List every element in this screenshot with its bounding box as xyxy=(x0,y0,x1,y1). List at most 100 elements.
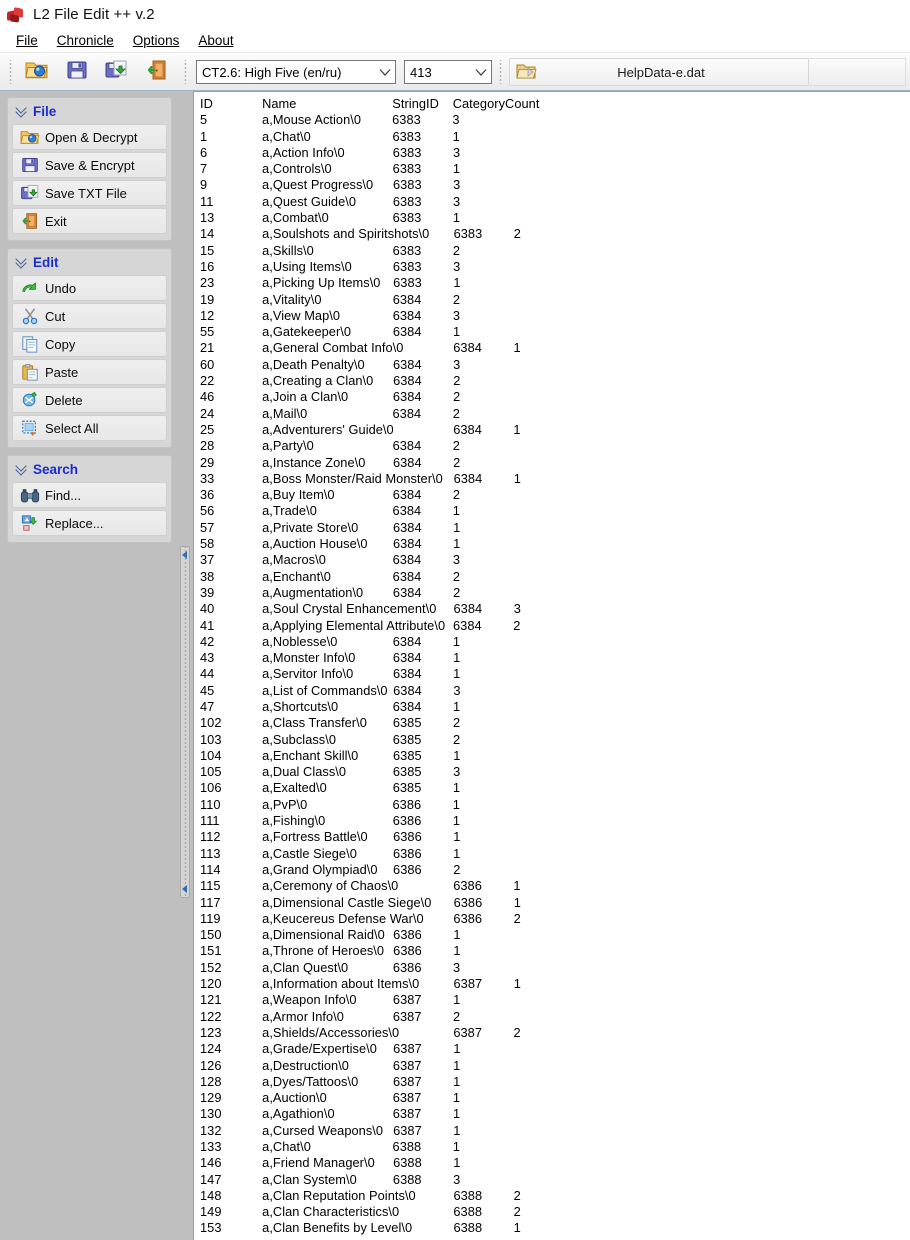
editor-lines[interactable]: ID Name StringID CategoryCount 5 a,Mouse Acti… xyxy=(194,92,910,1237)
sidebar-item-replace[interactable]: Replace... xyxy=(12,510,167,536)
table-cell: 3 xyxy=(453,959,461,975)
sidebar-item-find[interactable]: Find... xyxy=(12,482,167,508)
table-row: 152 a,Clan Quest\0 6386 3 xyxy=(200,960,910,976)
table-cell: 6383 xyxy=(392,144,422,160)
table-cell: a,Grand Olympiad\0 xyxy=(262,861,378,877)
table-cell: 123 xyxy=(200,1024,222,1040)
table-cell: 24 xyxy=(200,405,215,421)
table-cell: 112 xyxy=(200,829,221,845)
table-row: 33 a,Boss Monster/Raid Monster\0 6384 1 xyxy=(200,471,910,487)
sidebar-item-cut[interactable]: Cut xyxy=(12,303,167,329)
table-cell: a,Subclass\0 xyxy=(262,731,337,747)
table-cell: 16 xyxy=(200,258,215,274)
sidebar-item-save-encrypt[interactable]: Save & Encrypt xyxy=(12,152,167,178)
table-cell: 133 xyxy=(200,1139,222,1154)
table-row: 56 a,Trade\0 6384 1 xyxy=(200,503,910,519)
main-body: File Open & Decrypt Save & Encrypt Save … xyxy=(0,91,910,1240)
table-cell: 126 xyxy=(200,1057,222,1073)
table-cell: 6385 xyxy=(392,715,422,731)
table-row: 104 a,Enchant Skill\0 6385 1 xyxy=(200,748,910,764)
table-cell: 3 xyxy=(453,764,461,780)
table-cell: 6383 xyxy=(392,242,422,258)
sidebar-item-delete[interactable]: Delete xyxy=(12,387,167,413)
table-cell: a,Controls\0 xyxy=(262,161,332,177)
table-cell: 121 xyxy=(200,992,222,1008)
table-cell: a,Monster Info\0 xyxy=(262,650,356,666)
menu-chronicle[interactable]: Chronicle xyxy=(49,31,125,50)
table-cell: 6384 xyxy=(453,421,482,437)
table-cell: 2 xyxy=(513,1204,521,1220)
table-row: 55 a,Gatekeeper\0 6384 1 xyxy=(200,324,910,340)
sidebar-item-paste[interactable]: Paste xyxy=(12,359,167,385)
editor-header-row: ID Name StringID CategoryCount xyxy=(200,96,910,112)
table-cell: 2 xyxy=(452,291,461,307)
table-cell: 6384 xyxy=(392,307,422,323)
table-row: 117 a,Dimensional Castle Siege\0 6386 1 xyxy=(200,895,910,911)
table-cell: 2 xyxy=(453,584,461,600)
table-cell: 3 xyxy=(513,601,521,617)
table-cell: 2 xyxy=(513,1187,521,1203)
table-cell: 56 xyxy=(200,503,215,519)
toolbar-exit-button[interactable] xyxy=(137,56,177,88)
data-text-editor[interactable]: ID Name StringID CategoryCount 5 a,Mouse Acti… xyxy=(193,91,910,1240)
table-cell: a,Throne of Heroes\0 xyxy=(262,943,385,959)
table-cell: 6384 xyxy=(392,536,422,552)
splitter-handle[interactable] xyxy=(180,546,190,898)
sidebar-item-save-txt[interactable]: Save TXT File xyxy=(12,180,167,206)
toolbar-grip-2[interactable] xyxy=(182,60,189,84)
table-cell: 1 xyxy=(452,128,460,144)
table-cell: 1 xyxy=(513,894,521,910)
table-cell: 6386 xyxy=(392,796,422,812)
table-cell: a,Applying Elemental Attribute\0 xyxy=(262,617,446,633)
table-cell: a,Trade\0 xyxy=(262,503,317,519)
editor-header-cell: CategoryCount xyxy=(452,96,540,111)
splitter-arrow-top-icon xyxy=(182,551,187,559)
menu-options[interactable]: Options xyxy=(125,31,191,50)
table-cell: a,List of Commands\0 xyxy=(262,682,388,698)
table-cell: a,Chat\0 xyxy=(262,128,311,144)
menu-about[interactable]: About xyxy=(190,31,244,50)
menu-file[interactable]: File xyxy=(8,31,49,50)
table-cell: 21 xyxy=(200,340,215,356)
toolbar-grip[interactable] xyxy=(7,60,14,84)
table-row: 38 a,Enchant\0 6384 2 xyxy=(200,569,910,585)
table-cell: 3 xyxy=(453,1171,461,1187)
current-file-box[interactable]: HelpData-e.dat xyxy=(509,58,809,86)
table-row: 41 a,Applying Elemental Attribute\0 6384 2 xyxy=(200,618,910,634)
chevron-down-icon xyxy=(375,61,395,83)
table-cell: 150 xyxy=(200,927,222,943)
table-cell: 6386 xyxy=(453,894,483,910)
table-cell: 6386 xyxy=(392,959,422,975)
table-cell: a,Agathion\0 xyxy=(262,1106,335,1122)
toolbar-grip-3[interactable] xyxy=(497,60,504,84)
table-cell: a,Death Penalty\0 xyxy=(262,356,365,372)
sidebar-group-file: File Open & Decrypt Save & Encrypt Save … xyxy=(7,97,172,241)
sidebar-item-exit[interactable]: Exit xyxy=(12,208,167,234)
chronicle-select[interactable]: CT2.6: High Five (en/ru) xyxy=(196,60,396,84)
sidebar-group-file-header[interactable]: File xyxy=(11,100,168,122)
sidebar-item-copy[interactable]: Copy xyxy=(12,331,167,357)
toolbar-open-decrypt-button[interactable] xyxy=(17,56,57,88)
table-cell: a,Skills\0 xyxy=(262,242,314,258)
sidebar-group-edit-header[interactable]: Edit xyxy=(11,251,168,273)
table-cell: 119 xyxy=(200,910,221,926)
code-select[interactable]: 413 xyxy=(404,60,492,84)
sidebar-item-select-all[interactable]: Select All xyxy=(12,415,167,441)
table-row: 39 a,Augmentation\0 6384 2 xyxy=(200,585,910,601)
table-cell: 6385 xyxy=(393,747,422,763)
toolbar-save-txt-button[interactable] xyxy=(97,56,137,88)
sidebar-item-open-decrypt[interactable]: Open & Decrypt xyxy=(12,124,167,150)
sidebar-group-file-title: File xyxy=(33,103,57,119)
toolbar-save-encrypt-button[interactable] xyxy=(57,56,97,88)
pane-splitter[interactable] xyxy=(177,91,193,1240)
undo-arrow-icon xyxy=(19,279,41,297)
sidebar-group-search-header[interactable]: Search xyxy=(11,458,168,480)
table-cell: 6384 xyxy=(392,503,422,519)
table-cell: 6384 xyxy=(392,519,422,535)
table-cell: a,Action Info\0 xyxy=(262,144,345,160)
table-cell: 1 xyxy=(452,813,461,829)
sidebar-item-undo[interactable]: Undo xyxy=(12,275,167,301)
table-cell: 1 xyxy=(453,536,461,552)
table-cell: a,Destruction\0 xyxy=(262,1057,349,1073)
table-cell: 19 xyxy=(200,291,215,307)
